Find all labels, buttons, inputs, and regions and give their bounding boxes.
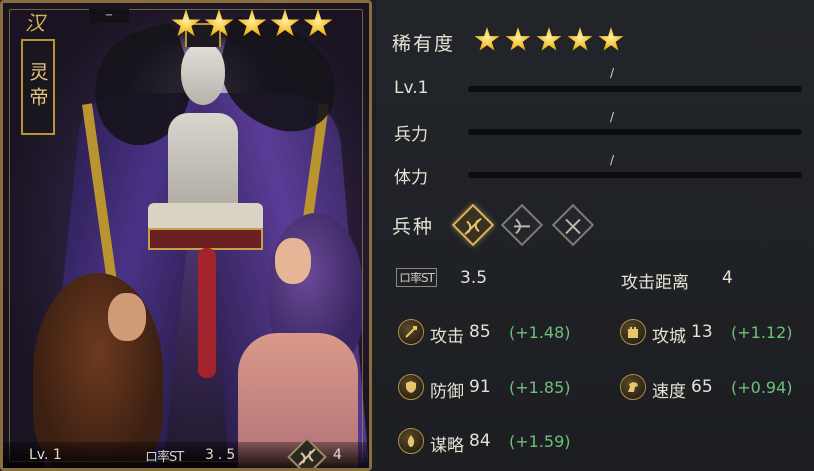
shield-icon bbox=[398, 374, 424, 400]
attack-label: 攻击 bbox=[430, 327, 464, 347]
strategy-bonus: (+1.59) bbox=[509, 432, 571, 451]
defense-bonus: (+1.85) bbox=[509, 378, 571, 397]
rarity-stars bbox=[474, 27, 624, 53]
attack-value: 85 bbox=[469, 322, 491, 342]
strategy-label: 谋略 bbox=[430, 436, 464, 456]
card-range-value: 4 bbox=[333, 447, 342, 463]
siege-bonus: (+1.12) bbox=[731, 323, 793, 342]
strategy-value: 84 bbox=[469, 431, 491, 451]
flame-icon bbox=[398, 428, 424, 454]
star-icon bbox=[237, 9, 267, 37]
attack-bonus: (+1.48) bbox=[509, 323, 571, 342]
star-icon bbox=[567, 27, 593, 51]
troops-progress-bar bbox=[468, 129, 802, 135]
speed-bonus: (+0.94) bbox=[731, 378, 793, 397]
defense-value: 91 bbox=[469, 377, 491, 397]
faction-emblem: 汉 bbox=[25, 11, 45, 35]
star-icon bbox=[204, 9, 234, 37]
crossed-arrows-icon[interactable] bbox=[551, 203, 595, 247]
star-icon bbox=[505, 27, 531, 51]
range-value: 4 bbox=[722, 268, 733, 288]
general-card[interactable]: 汉 − 灵帝 Lv. 1 ロ率ST 3.5 4 bbox=[0, 0, 372, 471]
rarity-label: 稀有度 bbox=[392, 33, 456, 55]
general-name: 灵帝 bbox=[21, 39, 55, 135]
siege-label: 攻城 bbox=[652, 327, 686, 347]
bow-icon[interactable] bbox=[500, 203, 544, 247]
speed-value: 65 bbox=[691, 377, 713, 397]
star-icon bbox=[303, 9, 333, 37]
tower-icon bbox=[620, 319, 646, 345]
stamina-progress-bar bbox=[468, 172, 802, 178]
star-icon bbox=[171, 9, 201, 37]
star-icon bbox=[536, 27, 562, 51]
general-info-panel: 稀有度 Lv.1 / 兵力 / 体力 / 兵种 ロ率ST 3.5 攻击距离 4 … bbox=[376, 0, 814, 471]
faction-bar: − bbox=[89, 9, 129, 23]
troops-label: 兵力 bbox=[394, 125, 428, 145]
siege-value: 13 bbox=[691, 322, 713, 342]
rate-icon: ロ率ST bbox=[396, 268, 437, 287]
card-rate-value: 3.5 bbox=[205, 447, 240, 463]
star-icon bbox=[474, 27, 500, 51]
rate-value: 3.5 bbox=[460, 268, 488, 288]
defense-label: 防御 bbox=[430, 382, 464, 402]
star-icon bbox=[270, 9, 300, 37]
level-progress-bar bbox=[468, 86, 802, 92]
card-level: Lv. 1 bbox=[29, 447, 62, 463]
range-label: 攻击距离 bbox=[621, 273, 689, 293]
horse-icon bbox=[620, 374, 646, 400]
sword-icon bbox=[398, 319, 424, 345]
general-portrait-art bbox=[3, 3, 369, 468]
crossbow-icon[interactable] bbox=[451, 203, 495, 247]
troops-separator: / bbox=[610, 110, 615, 124]
speed-label: 速度 bbox=[652, 382, 686, 402]
level-label: Lv.1 bbox=[394, 78, 429, 98]
troop-type-label: 兵种 bbox=[392, 216, 435, 238]
stamina-separator: / bbox=[610, 153, 615, 167]
rate-icon: ロ率ST bbox=[145, 450, 184, 465]
card-star-rating bbox=[171, 9, 333, 39]
star-icon bbox=[598, 27, 624, 51]
stamina-label: 体力 bbox=[394, 168, 428, 188]
level-separator: / bbox=[610, 66, 615, 80]
